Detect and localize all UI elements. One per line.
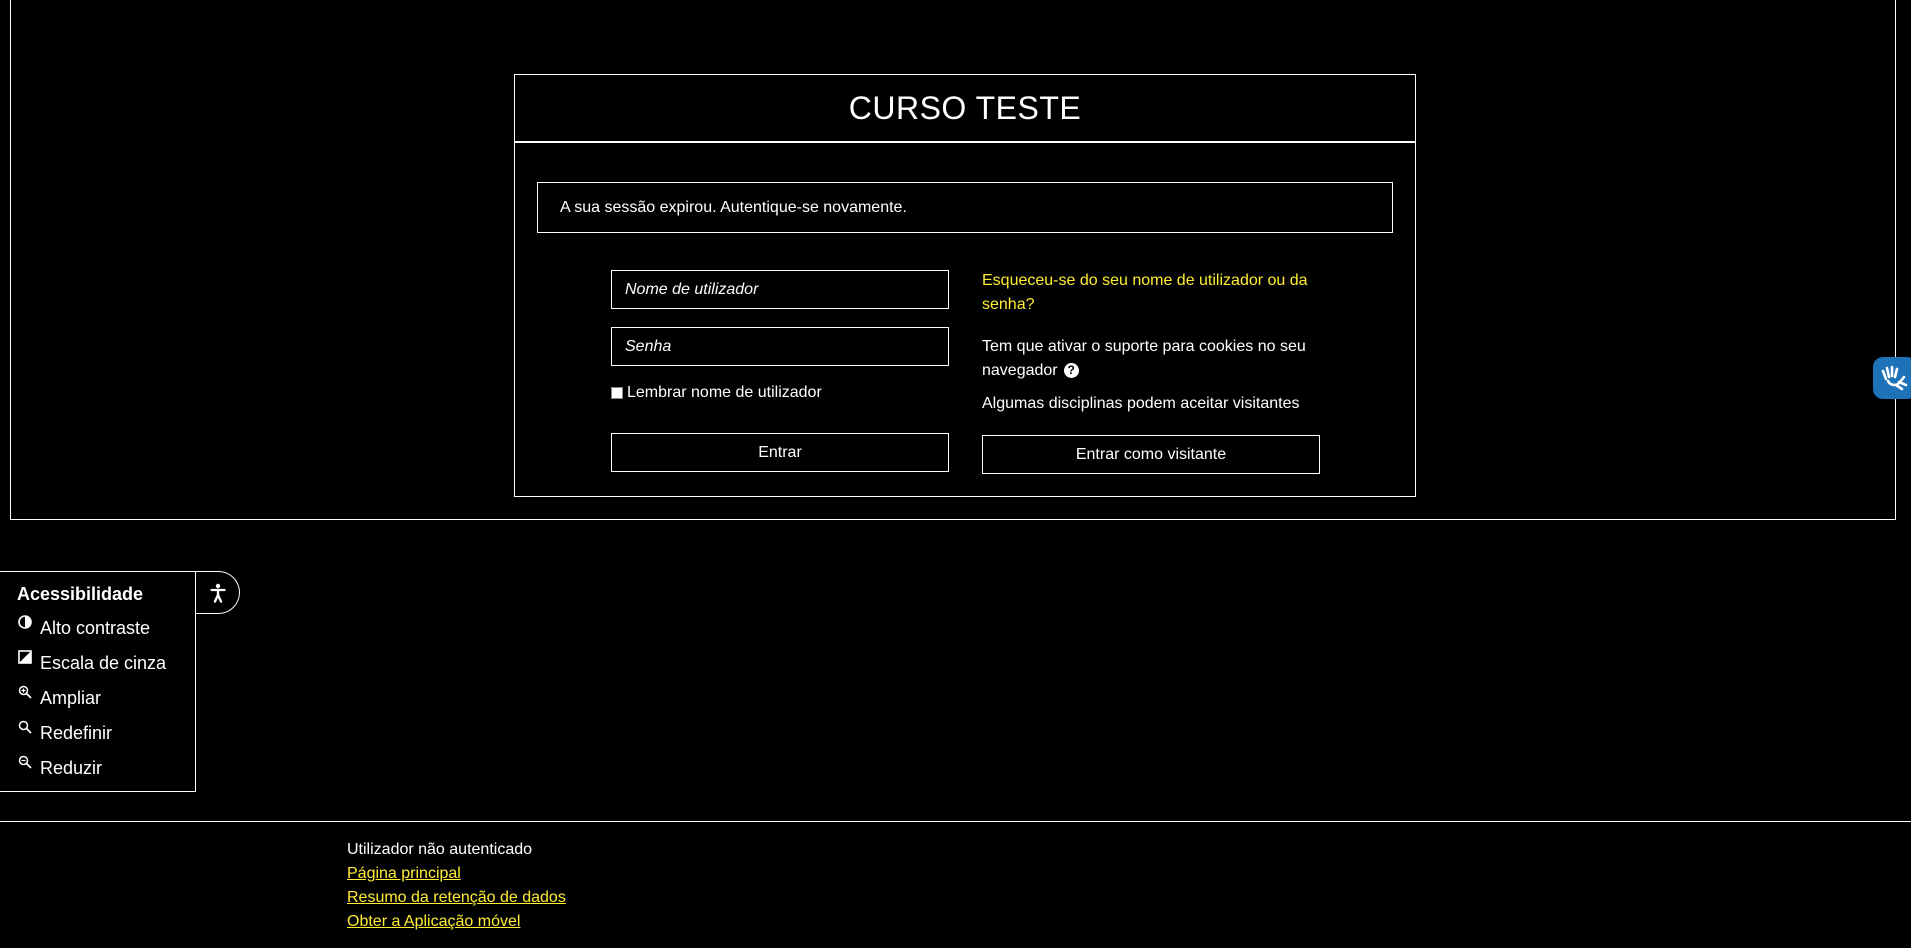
reset-label: Redefinir [40, 723, 113, 743]
zoom-in-icon [18, 685, 35, 702]
guest-notice: Algumas disciplinas podem aceitar visita… [982, 392, 1327, 416]
remember-label: Lembrar nome de utilizador [627, 384, 822, 401]
login-button[interactable]: Entrar [611, 433, 949, 472]
zoom-reset-icon [18, 720, 35, 737]
accessibility-title: Acessibilidade [17, 584, 144, 604]
cookies-notice-text: Tem que ativar o suporte para cookies no… [982, 338, 1306, 379]
remember-username[interactable]: Lembrar nome de utilizador [611, 384, 822, 402]
forgot-password-link[interactable]: Esqueceu-se do seu nome de utilizador ou… [982, 272, 1308, 313]
footer-link-home[interactable]: Página principal [347, 862, 566, 886]
grayscale-icon [18, 650, 35, 667]
contrast-icon [18, 615, 35, 632]
username-input[interactable] [611, 270, 949, 309]
guest-login-button[interactable]: Entrar como visitante [982, 435, 1320, 474]
accessibility-person-icon [209, 583, 226, 603]
accessibility-panel: Acessibilidade Alto contraste Escala de … [0, 571, 196, 792]
course-title: CURSO TESTE [848, 89, 1082, 126]
vlibras-button[interactable] [1873, 357, 1911, 399]
alert-message: A sua sessão expirou. Autentique-se nova… [560, 198, 907, 216]
page-frame: CURSO TESTE A sua sessão expirou. Autent… [10, 0, 1896, 520]
reset-option[interactable]: Redefinir [18, 720, 113, 744]
zoom-out-option[interactable]: Reduzir [18, 755, 103, 779]
footer-link-data-retention[interactable]: Resumo da retenção de dados [347, 886, 566, 910]
accessibility-toggle-button[interactable] [196, 571, 240, 614]
guest-notice-text: Algumas disciplinas podem aceitar visita… [982, 395, 1300, 412]
remember-checkbox[interactable] [611, 387, 623, 399]
session-expired-alert: A sua sessão expirou. Autentique-se nova… [537, 182, 1393, 233]
question-circle-icon[interactable]: ? [1063, 363, 1079, 379]
zoom-out-label: Reduzir [40, 758, 103, 778]
login-card: CURSO TESTE A sua sessão expirou. Autent… [514, 74, 1416, 497]
high-contrast-label: Alto contraste [40, 618, 151, 638]
zoom-out-icon [18, 755, 35, 772]
card-header: CURSO TESTE [515, 75, 1415, 143]
forgot-wrapper: Esqueceu-se do seu nome de utilizador ou… [982, 269, 1327, 317]
password-input[interactable] [611, 327, 949, 366]
cookies-notice: Tem que ativar o suporte para cookies no… [982, 335, 1327, 383]
login-status: Utilizador não autenticado [347, 841, 533, 858]
footer-link-mobile-app[interactable]: Obter a Aplicação móvel [347, 910, 566, 934]
footer-divider [0, 821, 1911, 822]
zoom-in-option[interactable]: Ampliar [18, 685, 102, 709]
high-contrast-option[interactable]: Alto contraste [18, 615, 151, 639]
grayscale-label: Escala de cinza [40, 653, 167, 673]
sign-language-hands-icon [1881, 365, 1908, 391]
grayscale-option[interactable]: Escala de cinza [18, 650, 167, 674]
footer: Utilizador não autenticado Página princi… [347, 838, 566, 934]
zoom-in-label: Ampliar [40, 688, 102, 708]
